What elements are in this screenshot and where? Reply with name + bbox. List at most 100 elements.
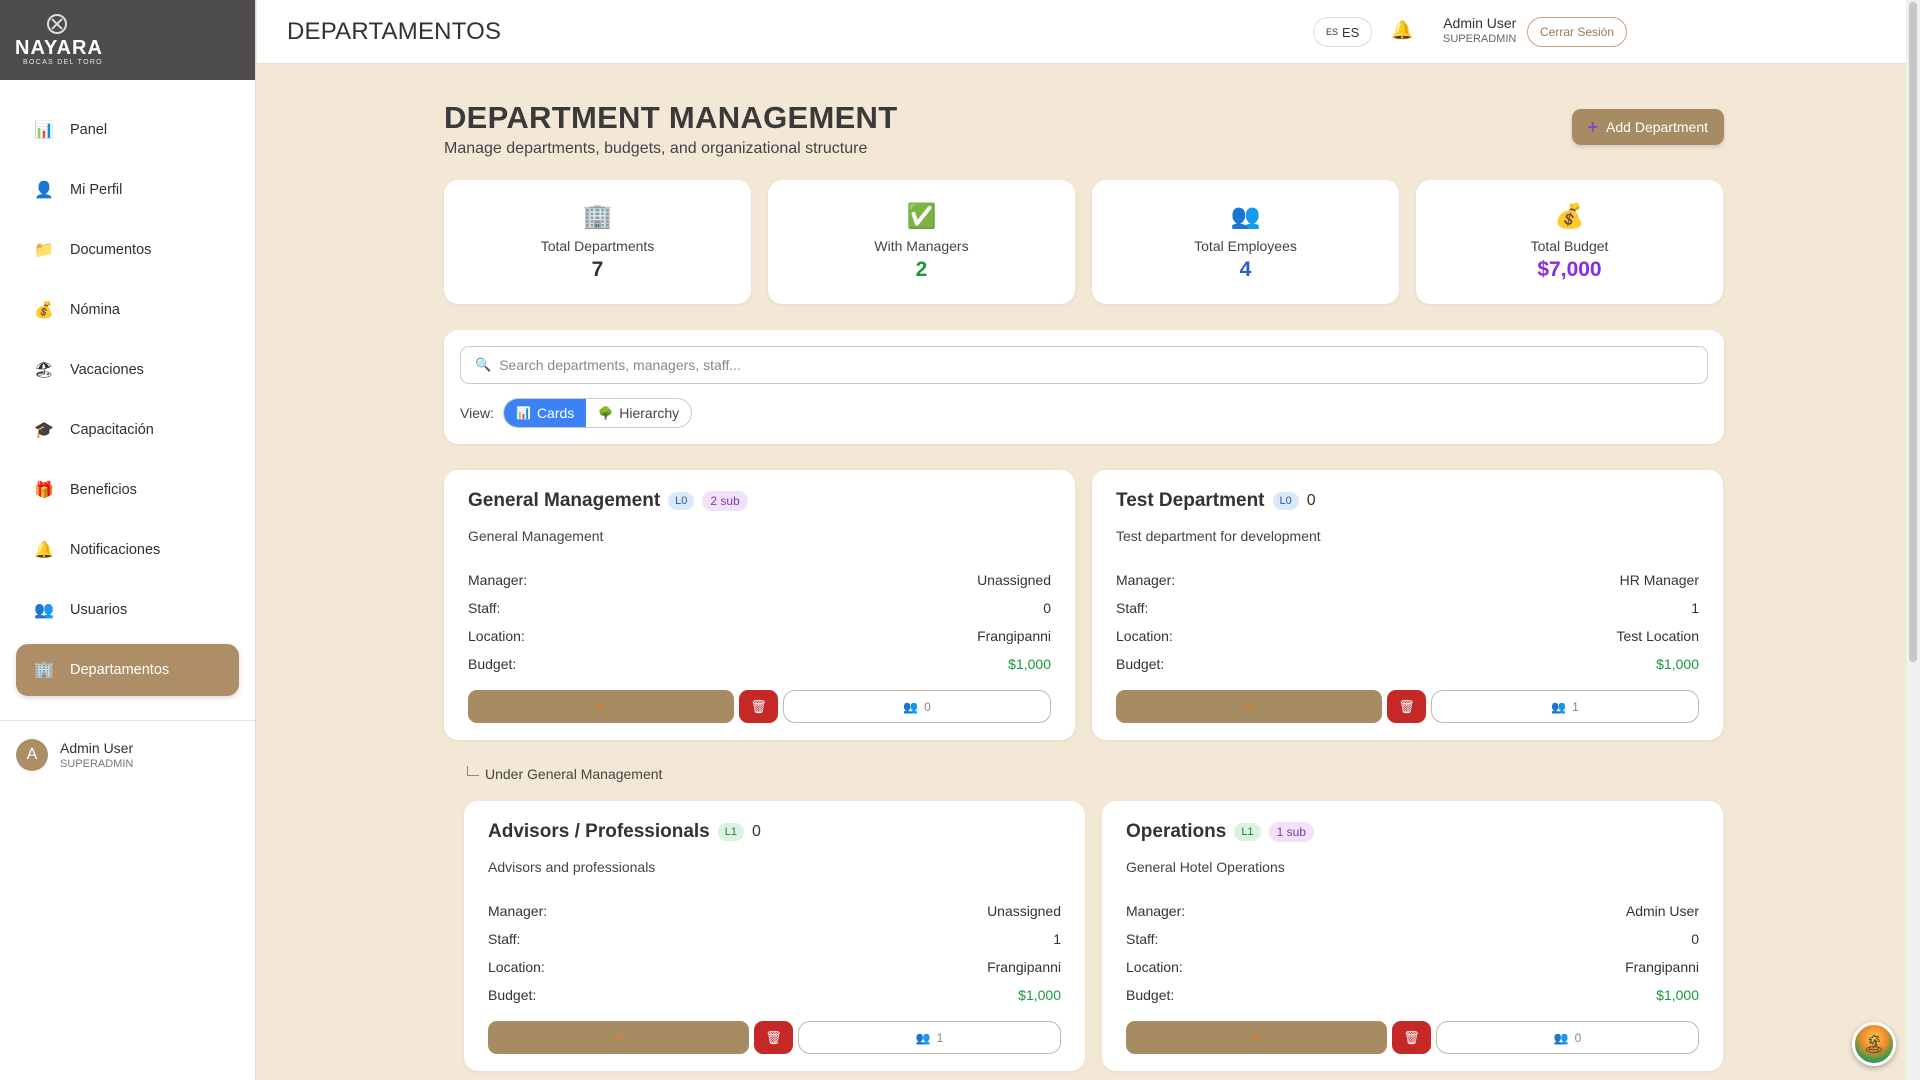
- logo-icon: [47, 14, 67, 34]
- manager-value: HR Manager: [1619, 572, 1699, 588]
- sub-count: 0: [752, 823, 761, 840]
- view-toggle: 📊 Cards 🌳 Hierarchy: [502, 398, 693, 428]
- department-description: General Management: [468, 528, 604, 544]
- language-selector[interactable]: ES ES: [1313, 17, 1373, 47]
- stat-label: With Managers: [874, 238, 969, 254]
- edit-button[interactable]: ✏: [468, 690, 734, 723]
- scrollbar-thumb[interactable]: [1909, 2, 1917, 662]
- edit-button[interactable]: ✏: [1126, 1021, 1387, 1054]
- sidebar-item-label: Capacitación: [70, 422, 154, 438]
- bell-icon: 🔔: [34, 542, 54, 559]
- sub-count-badge: 1 sub: [1268, 822, 1314, 842]
- manager-value: Unassigned: [987, 903, 1061, 919]
- staff-count: 1: [1572, 699, 1579, 714]
- edit-button[interactable]: ✏: [1116, 690, 1382, 723]
- delete-button[interactable]: 🗑: [1387, 690, 1426, 723]
- scrollbar[interactable]: [1906, 0, 1920, 1080]
- staff-label: Staff:: [1116, 600, 1149, 616]
- staff-value: 0: [1043, 600, 1051, 616]
- stat-total-employees: 👥 Total Employees 4: [1092, 180, 1399, 304]
- level-badge: L1: [717, 823, 744, 841]
- under-label: Under General Management: [485, 766, 663, 782]
- location-label: Location:: [468, 628, 525, 644]
- view-option-label: Hierarchy: [619, 405, 680, 421]
- sidebar-nav: 📊 Panel 👤 Mi Perfil 📁 Documentos 💰 Nómina 🏖 V…: [0, 80, 255, 696]
- trash-icon: 🗑: [1398, 698, 1415, 714]
- view-staff-button[interactable]: 👥 1: [798, 1021, 1061, 1054]
- department-name: Operations: [1126, 821, 1227, 842]
- sidebar-user[interactable]: A Admin User SUPERADMIN: [0, 720, 255, 789]
- staff-label: Staff:: [488, 931, 521, 947]
- search-input[interactable]: 🔍 Search departments, managers, staff...: [460, 346, 1708, 384]
- sidebar-item-label: Notificaciones: [70, 542, 161, 558]
- view-toggle-row: View: 📊 Cards 🌳 Hierarchy: [460, 398, 1708, 428]
- delete-button[interactable]: 🗑: [1392, 1021, 1431, 1054]
- sidebar-item-capacitacion[interactable]: 🎓 Capacitación: [16, 404, 239, 456]
- top-user-info: Admin User SUPERADMIN: [1443, 15, 1516, 45]
- sidebar-item-usuarios[interactable]: 👥 Usuarios: [16, 584, 239, 636]
- users-icon: 👥: [34, 602, 54, 619]
- staff-count: 0: [1574, 1030, 1582, 1045]
- money-bag-icon: 💰: [1554, 203, 1585, 230]
- budget-label: Budget:: [488, 987, 537, 1003]
- stat-label: Total Departments: [540, 238, 655, 254]
- folder-icon: 📁: [34, 242, 54, 259]
- top-user-role: SUPERADMIN: [1443, 33, 1517, 45]
- edit-button[interactable]: ✏: [488, 1021, 749, 1054]
- view-staff-button[interactable]: 👥 0: [783, 690, 1051, 723]
- view-option-cards[interactable]: 📊 Cards: [503, 399, 587, 427]
- location-label: Location:: [1126, 959, 1183, 975]
- building-icon: 🏢: [34, 662, 54, 679]
- sidebar-item-documentos[interactable]: 📁 Documentos: [16, 224, 239, 276]
- pencil-icon: ✏: [1251, 1030, 1262, 1045]
- sidebar-item-beneficios[interactable]: 🎁 Beneficios: [16, 464, 239, 516]
- level-badge: L0: [1272, 492, 1299, 510]
- page-title: DEPARTMENT MANAGEMENT: [444, 100, 898, 135]
- view-staff-button[interactable]: 👥 1: [1431, 690, 1699, 723]
- department-description: Test department for development: [1116, 528, 1321, 544]
- users-icon: 👥: [915, 1030, 931, 1045]
- sidebar-item-label: Beneficios: [70, 482, 137, 498]
- delete-button[interactable]: 🗑: [754, 1021, 793, 1054]
- manager-value: Unassigned: [977, 572, 1051, 588]
- add-department-button[interactable]: + Add Department: [1571, 109, 1724, 145]
- sub-count: 0: [1306, 492, 1316, 509]
- manager-label: Manager:: [488, 903, 548, 919]
- top-bar: DEPARTAMENTOS: [257, 0, 1906, 64]
- view-option-hierarchy[interactable]: 🌳 Hierarchy: [586, 399, 691, 427]
- location-value: Frangipanni: [987, 959, 1061, 975]
- sidebar-item-label: Vacaciones: [70, 362, 144, 378]
- delete-button[interactable]: 🗑: [739, 690, 778, 723]
- view-staff-button[interactable]: 👥 0: [1436, 1021, 1699, 1054]
- stat-value: $7,000: [1537, 258, 1602, 281]
- stat-value: 4: [1239, 258, 1252, 281]
- location-label: Location:: [1116, 628, 1173, 644]
- sidebar-item-notificaciones[interactable]: 🔔 Notificaciones: [16, 524, 239, 576]
- brand-logo[interactable]: NAYARA BOCAS DEL TORO: [0, 0, 255, 80]
- sidebar-item-mi-perfil[interactable]: 👤 Mi Perfil: [16, 164, 239, 216]
- pencil-icon: ✏: [595, 699, 607, 714]
- page-header: DEPARTMENT MANAGEMENT Manage departments…: [444, 100, 1724, 160]
- bell-icon[interactable]: 🔔: [1391, 20, 1413, 41]
- manager-label: Manager:: [1116, 572, 1176, 588]
- logout-button[interactable]: Cerrar Sesión: [1527, 17, 1628, 47]
- avatar: A: [16, 739, 48, 771]
- sidebar-item-vacaciones[interactable]: 🏖 Vacaciones: [16, 344, 239, 396]
- staff-label: Staff:: [468, 600, 501, 616]
- add-department-label: Add Department: [1606, 119, 1708, 135]
- beach-icon: 🏖: [33, 362, 55, 379]
- sidebar-item-label: Departamentos: [70, 662, 170, 678]
- brand-name: NAYARA: [15, 37, 103, 59]
- sidebar-item-panel[interactable]: 📊 Panel: [16, 104, 239, 156]
- staff-value: 1: [1691, 600, 1699, 616]
- sidebar-item-departamentos[interactable]: 🏢 Departamentos: [16, 644, 239, 696]
- assistant-launcher-button[interactable]: 🏝: [1852, 1022, 1896, 1066]
- graduation-cap-icon: 🎓: [34, 422, 54, 439]
- location-value: Frangipanni: [977, 628, 1051, 644]
- stat-value: 2: [915, 258, 928, 281]
- sidebar-item-nomina[interactable]: 💰 Nómina: [16, 284, 239, 336]
- budget-value: $1,000: [1656, 987, 1699, 1003]
- top-user-name: Admin User: [1443, 15, 1517, 31]
- search-icon: 🔍: [475, 357, 492, 372]
- manager-label: Manager:: [1126, 903, 1186, 919]
